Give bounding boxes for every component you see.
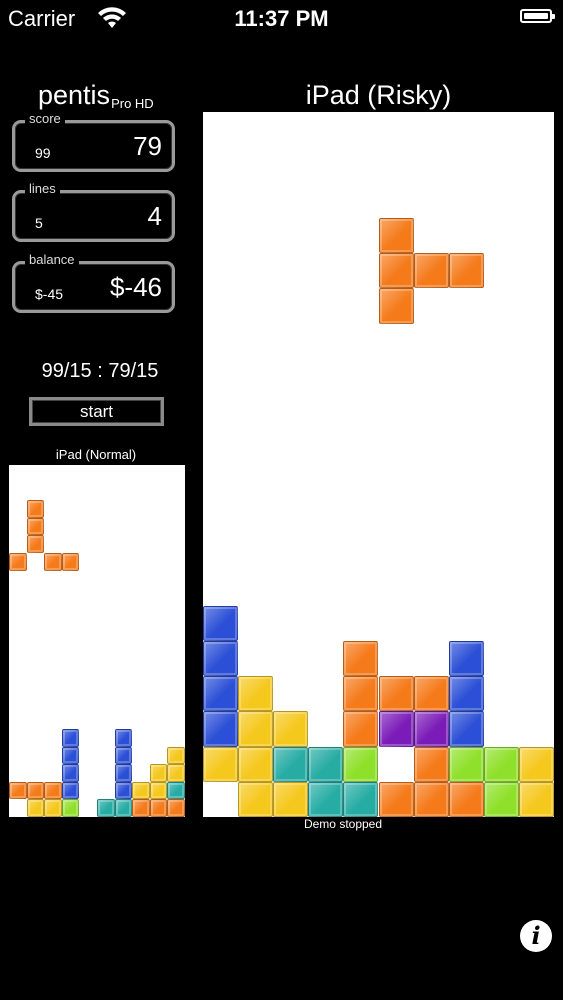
block-green	[448, 746, 484, 782]
block-yellow	[518, 781, 554, 817]
block-orange	[44, 553, 62, 571]
block-orange	[378, 253, 414, 289]
start-button[interactable]: start	[29, 397, 164, 426]
block-orange	[378, 676, 414, 712]
block-orange	[413, 253, 449, 289]
block-blue	[114, 781, 133, 800]
score-value: 79	[133, 131, 162, 161]
block-green	[343, 746, 379, 782]
mini-board-label: iPad (Normal)	[55, 447, 137, 462]
block-orange	[413, 746, 449, 782]
block-teal	[343, 781, 379, 817]
block-yellow	[26, 799, 45, 817]
block-blue	[114, 764, 133, 782]
balance-value: $-46	[109, 272, 162, 302]
block-orange	[343, 711, 379, 747]
info-icon[interactable]: i	[520, 920, 552, 952]
block-orange	[26, 500, 45, 518]
block-orange	[378, 781, 414, 817]
block-yellow	[44, 799, 62, 817]
block-purple	[378, 711, 414, 747]
block-yellow	[238, 711, 274, 747]
balance-label: balance	[25, 252, 79, 267]
block-teal	[114, 799, 133, 817]
block-yellow	[203, 746, 239, 782]
block-orange	[26, 781, 45, 800]
lines-box: lines 5 4	[12, 181, 175, 242]
block-yellow	[149, 764, 168, 782]
block-yellow	[132, 781, 150, 800]
block-orange	[448, 781, 484, 817]
block-yellow	[238, 781, 274, 817]
app-title: pentisPro HD	[38, 80, 154, 111]
block-orange	[448, 253, 484, 289]
block-blue	[203, 640, 239, 676]
block-yellow	[273, 711, 309, 747]
block-blue	[61, 746, 80, 765]
balance-box: balance $-45 $-46	[12, 252, 175, 313]
block-blue	[61, 781, 80, 800]
block-blue	[448, 640, 484, 676]
block-green	[483, 746, 519, 782]
block-orange	[44, 781, 62, 800]
lines-secondary: 5	[35, 215, 43, 231]
app-title-name: pentis	[38, 80, 111, 110]
block-green	[61, 799, 80, 817]
block-orange	[167, 799, 185, 817]
demo-status: Demo stopped	[303, 817, 383, 831]
block-blue	[203, 711, 239, 747]
block-blue	[61, 764, 80, 782]
block-purple	[413, 711, 449, 747]
status-bar: Carrier 11:37 PM	[0, 0, 563, 36]
block-blue	[448, 676, 484, 712]
block-green	[483, 781, 519, 817]
score-secondary: 99	[35, 145, 51, 161]
main-board-label: iPad (Risky)	[305, 80, 452, 110]
lines-value: 4	[147, 201, 162, 231]
score-box: score 99 79	[12, 111, 175, 172]
block-orange	[9, 553, 27, 571]
clock: 11:37 PM	[234, 6, 329, 31]
block-teal	[308, 781, 344, 817]
block-orange	[61, 553, 80, 571]
block-orange	[26, 517, 45, 536]
block-orange	[378, 217, 414, 253]
block-blue	[203, 605, 239, 641]
block-blue	[448, 711, 484, 747]
block-blue	[114, 729, 133, 747]
block-teal	[97, 799, 115, 817]
block-blue	[114, 746, 133, 765]
block-yellow	[238, 676, 274, 712]
block-teal	[308, 746, 344, 782]
block-teal	[273, 746, 309, 782]
block-orange	[413, 676, 449, 712]
app-title-edition: Pro HD	[111, 96, 154, 111]
main-board[interactable]	[203, 112, 554, 817]
block-orange	[413, 781, 449, 817]
block-yellow	[167, 764, 185, 782]
lines-label: lines	[25, 181, 60, 196]
block-orange	[343, 676, 379, 712]
block-blue	[203, 676, 239, 712]
block-blue	[61, 729, 80, 747]
block-yellow	[149, 781, 168, 800]
block-orange	[149, 799, 168, 817]
mini-board	[9, 465, 185, 817]
score-ratio: 99/15 : 79/15	[41, 360, 159, 382]
block-orange	[132, 799, 150, 817]
score-label: score	[25, 111, 65, 126]
block-yellow	[238, 746, 274, 782]
block-orange	[9, 781, 27, 800]
battery-icon	[520, 9, 555, 23]
block-orange	[343, 640, 379, 676]
balance-secondary: $-45	[35, 286, 64, 302]
block-yellow	[518, 746, 554, 782]
block-yellow	[273, 781, 309, 817]
block-orange	[378, 288, 414, 324]
block-yellow	[167, 746, 185, 765]
block-orange	[26, 535, 45, 553]
block-teal	[167, 781, 185, 800]
